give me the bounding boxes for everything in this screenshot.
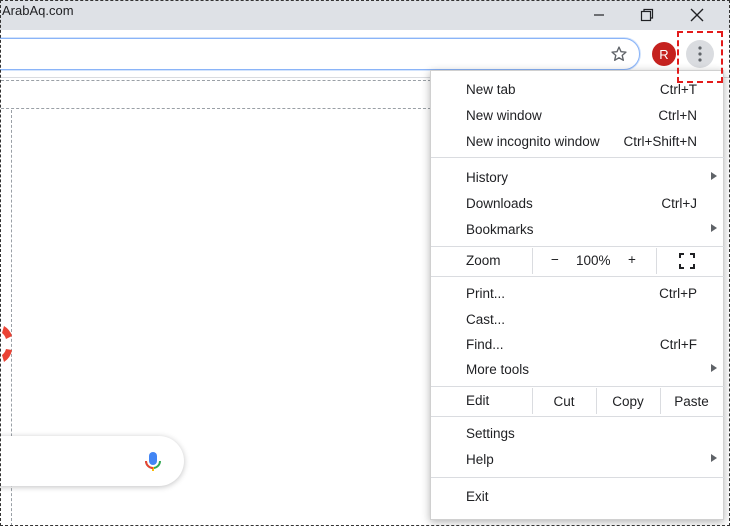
menu-separator [431, 386, 725, 387]
title-bar: ArabAq.com [0, 0, 730, 30]
menu-item-shortcut: Ctrl+J [661, 195, 697, 211]
zoom-level: 100% [576, 253, 611, 268]
profile-avatar[interactable]: R [652, 42, 676, 66]
menu-item-shortcut: Ctrl+F [659, 336, 697, 352]
menu-separator [431, 157, 725, 158]
restore-icon [640, 8, 654, 22]
menu-item-label: Settings [466, 425, 515, 441]
menu-item-label: Help [466, 451, 494, 467]
google-logo-fragment [0, 322, 22, 368]
menu-item-label: History [466, 169, 509, 185]
menu-item-cast[interactable]: Cast... [431, 306, 725, 332]
submenu-arrow-icon [711, 224, 717, 232]
menu-item-label: Exit [466, 488, 489, 504]
cut-button[interactable]: Cut [532, 388, 596, 414]
menu-item-downloads[interactable]: Downloads Ctrl+J [431, 190, 725, 216]
zoom-divider [532, 248, 533, 274]
chrome-main-menu: New tab Ctrl+T New window Ctrl+N New inc… [430, 70, 725, 520]
minimize-button[interactable] [576, 0, 622, 30]
menu-item-history[interactable]: History [431, 164, 725, 190]
menu-item-shortcut: Ctrl+Shift+N [623, 133, 697, 149]
bookmark-star-button[interactable] [606, 43, 632, 65]
menu-separator [431, 416, 725, 417]
close-icon [690, 8, 704, 22]
menu-item-label: Print... [466, 285, 506, 301]
submenu-arrow-icon [711, 172, 717, 180]
menu-item-label: Find... [466, 336, 504, 352]
zoom-label: Zoom [466, 253, 501, 268]
restore-button[interactable] [624, 0, 670, 30]
submenu-arrow-icon [711, 364, 717, 372]
close-button[interactable] [674, 0, 720, 30]
page-info-bar [0, 80, 431, 109]
menu-item-label: Downloads [466, 195, 533, 211]
menu-item-label: New incognito window [466, 133, 600, 149]
menu-separator [431, 477, 725, 478]
menu-item-label: New tab [466, 81, 516, 97]
paste-button[interactable]: Paste [660, 388, 723, 414]
menu-separator [431, 246, 725, 247]
edit-label: Edit [466, 393, 490, 408]
menu-item-help[interactable]: Help [431, 446, 725, 472]
menu-item-label: Bookmarks [466, 221, 534, 237]
address-bar[interactable] [0, 38, 640, 70]
microphone-icon[interactable] [142, 450, 164, 474]
watermark-text: ArabAq.com [2, 3, 74, 18]
menu-item-shortcut: Ctrl+N [658, 107, 697, 123]
menu-separator [431, 276, 725, 277]
menu-item-label: New window [466, 107, 542, 123]
menu-item-shortcut: Ctrl+P [659, 285, 697, 301]
zoom-in-button[interactable]: + [628, 252, 636, 267]
menu-item-print[interactable]: Print... Ctrl+P [431, 280, 725, 306]
star-icon [611, 46, 627, 61]
customize-menu-button[interactable] [686, 40, 714, 68]
menu-item-bookmarks[interactable]: Bookmarks [431, 216, 725, 242]
zoom-divider [656, 248, 657, 274]
submenu-arrow-icon [711, 454, 717, 462]
menu-item-exit[interactable]: Exit [431, 483, 725, 509]
menu-item-label: Cast... [466, 311, 506, 327]
menu-item-find[interactable]: Find... Ctrl+F [431, 331, 725, 357]
minimize-icon [594, 14, 604, 16]
fullscreen-button[interactable] [679, 253, 695, 269]
menu-item-settings[interactable]: Settings [431, 420, 725, 446]
menu-zoom-row: Zoom − 100% + [431, 248, 725, 274]
copy-button[interactable]: Copy [596, 388, 660, 414]
menu-item-label: More tools [466, 361, 530, 377]
menu-item-new-incognito-window[interactable]: New incognito window Ctrl+Shift+N [431, 128, 725, 154]
menu-item-shortcut: Ctrl+T [659, 81, 697, 97]
menu-item-new-window[interactable]: New window Ctrl+N [431, 102, 725, 128]
fullscreen-icon [679, 253, 695, 269]
menu-item-more-tools[interactable]: More tools [431, 356, 725, 382]
kebab-menu-icon [698, 46, 702, 62]
menu-edit-row: Edit Cut Copy Paste [431, 388, 725, 414]
zoom-out-button[interactable]: − [551, 252, 559, 267]
menu-item-new-tab[interactable]: New tab Ctrl+T [431, 76, 725, 102]
